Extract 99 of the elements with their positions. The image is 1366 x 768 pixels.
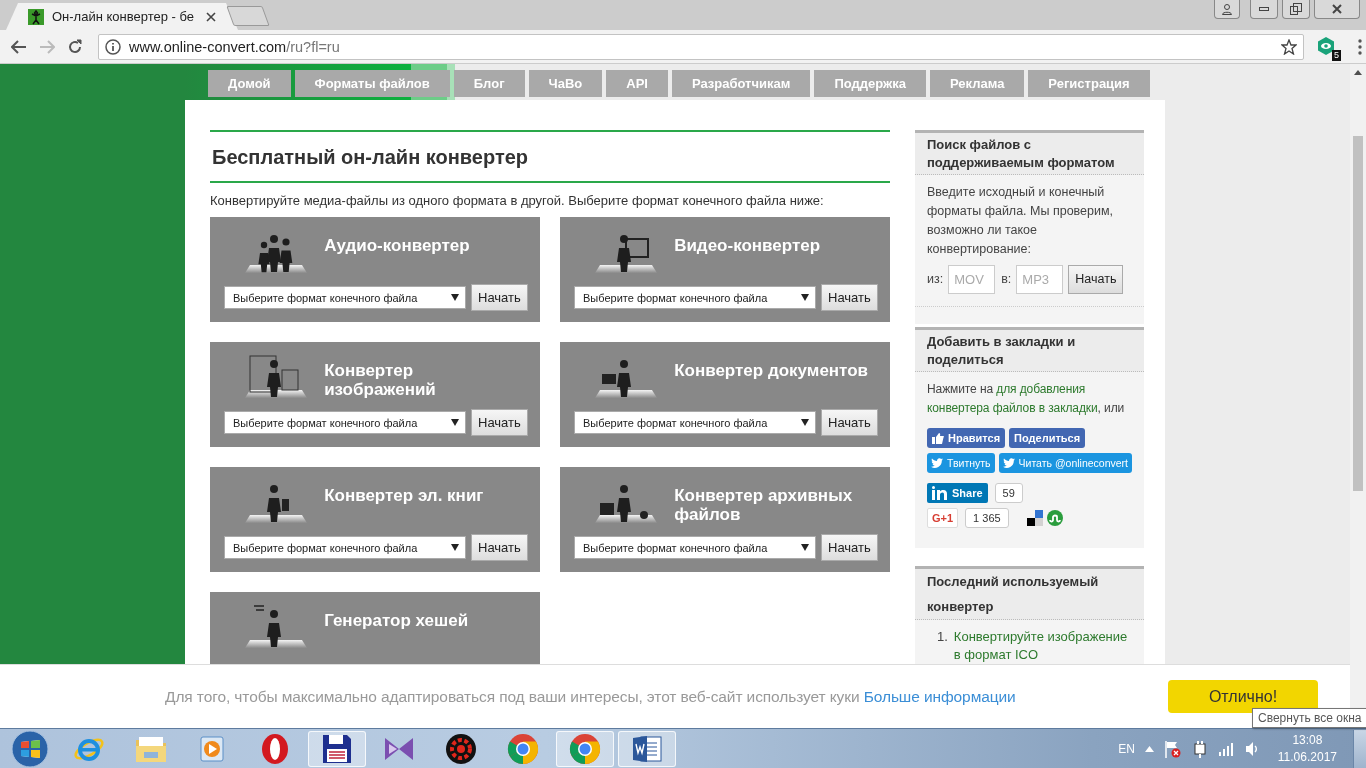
- accept-button[interactable]: Отлично!: [1168, 680, 1318, 713]
- chrome-icon[interactable]: [569, 732, 601, 765]
- bookmark-link[interactable]: для добавления: [996, 382, 1086, 396]
- source-format-field[interactable]: MOV: [948, 265, 996, 294]
- language-indicator[interactable]: EN: [1118, 741, 1135, 756]
- clock-time: 13:08: [1292, 731, 1323, 749]
- bird-icon: [931, 458, 943, 468]
- ring-icon[interactable]: [260, 732, 290, 765]
- panel-text: Введите исходный и конечный форматы файла. Мы проверим, возможно ли такое конвертирование:: [927, 184, 1115, 258]
- scroll-up-icon[interactable]: [1354, 70, 1362, 75]
- linkedin-share-button[interactable]: Share: [927, 483, 988, 503]
- document-icon[interactable]: [631, 733, 663, 764]
- start-button[interactable]: Начать: [471, 284, 528, 311]
- format-dropdown[interactable]: Выберите формат конечного файла: [224, 286, 466, 309]
- list-number: 1.: [937, 628, 948, 646]
- card-title: Конвертер архивных файлов: [674, 486, 854, 526]
- caret-icon: [451, 419, 459, 426]
- restore-icon: [1290, 3, 1302, 15]
- flag-icon[interactable]: [1163, 739, 1182, 758]
- caret-icon: [801, 294, 809, 301]
- caret-icon: [801, 544, 809, 551]
- start-button[interactable]: Начать: [471, 409, 528, 436]
- back-icon[interactable]: [11, 39, 27, 54]
- close-icon[interactable]: [206, 11, 216, 22]
- thumbs-up-icon: [932, 432, 944, 444]
- taskbar-app[interactable]: [618, 730, 676, 767]
- like-button[interactable]: Нравится: [927, 428, 1006, 448]
- card-title: Конвертер эл. книг: [324, 486, 485, 507]
- panel-title: Добавить в закладки и поделиться: [915, 327, 1145, 372]
- new-tab-button[interactable]: [226, 6, 270, 26]
- format-dropdown[interactable]: Выберите формат конечного файла: [574, 536, 816, 559]
- url-path: /ru?fl=ru: [286, 38, 340, 55]
- clock[interactable]: 13:08 11.06.2017: [1277, 731, 1337, 766]
- clock-date: 11.06.2017: [1277, 748, 1337, 766]
- extension-icon[interactable]: [1316, 35, 1336, 56]
- more-info-link[interactable]: Больше информации: [863, 687, 1016, 705]
- from-label: из:: [927, 271, 944, 288]
- share-count: 59: [994, 483, 1023, 503]
- format-dropdown[interactable]: Выберите формат конечного файла: [224, 536, 466, 559]
- card-title: Видео-конвертер: [674, 236, 822, 257]
- intro-text: Конвертируйте медиа-файлы из одного формата в другой. Выберите формат конечного файла ниже:: [210, 193, 825, 208]
- caret-icon: [801, 419, 809, 426]
- share-button[interactable]: Поделиться: [1009, 428, 1086, 448]
- caret-up-icon[interactable]: [1144, 745, 1154, 752]
- cookie-text: Для того, чтобы максимально адаптироваться под ваши интересы, этот веб-сайт использует куки Больше информации: [165, 687, 1016, 706]
- start-button[interactable]: Начать: [821, 534, 878, 561]
- start-button[interactable]: Начать: [471, 534, 528, 561]
- chrome-icon[interactable]: [507, 732, 539, 765]
- caret-icon: [451, 294, 459, 301]
- page-heading: Бесплатный он-лайн конвертер: [210, 130, 890, 183]
- format-dropdown[interactable]: Выберите формат конечного файла: [574, 286, 816, 309]
- card-title: Аудио-конвертер: [324, 236, 471, 257]
- in-logo-icon: [932, 486, 948, 500]
- speaker-icon[interactable]: [1243, 740, 1260, 757]
- tweet-button[interactable]: Твитнуть: [927, 453, 995, 473]
- show-desktop-tooltip: Свернуть все окна: [1252, 708, 1366, 728]
- panel-title: Последний используемый конвертер: [915, 566, 1145, 620]
- taskbar-app[interactable]: [308, 730, 366, 767]
- target-format-field[interactable]: MP3: [1016, 265, 1064, 294]
- plus-one-count: 1 365: [965, 508, 1009, 528]
- squares-icon[interactable]: [1026, 510, 1043, 526]
- close-icon: [1332, 4, 1342, 14]
- url-host: www.online-convert.com: [129, 38, 287, 55]
- bird-icon: [1002, 458, 1015, 468]
- to-label: в:: [1001, 271, 1012, 288]
- bookmark-link[interactable]: конвертера файлов в закладки: [927, 401, 1098, 415]
- profile-button[interactable]: [1214, 0, 1240, 19]
- card-title: Конвертер изображений: [324, 361, 437, 401]
- panel-text: Нажмите на для добавления конвертера файлов в закладки, или: [927, 381, 1126, 417]
- caret-icon: [451, 544, 459, 551]
- format-dropdown[interactable]: Выберите формат конечного файла: [224, 411, 466, 434]
- count-badge: 5: [1332, 49, 1341, 61]
- card-title: Конвертер документов: [674, 361, 870, 382]
- follow-button[interactable]: Читать @onlineconvert: [998, 453, 1133, 473]
- plug-icon[interactable]: [1191, 739, 1208, 758]
- menu-icon[interactable]: [1358, 38, 1362, 55]
- format-dropdown[interactable]: Выберите формат конечного файла: [574, 411, 816, 434]
- minimize-button[interactable]: [1250, 0, 1278, 19]
- restore-button[interactable]: [1282, 0, 1310, 19]
- card-title: Генератор хешей: [324, 611, 470, 632]
- close-button[interactable]: [1314, 0, 1360, 19]
- tab-title: Он-лайн конвертер - бе: [52, 9, 196, 24]
- address-bar[interactable]: www.online-convert.com/ru?fl=ru: [98, 33, 1304, 60]
- favicon-icon: [28, 8, 44, 25]
- reload-icon[interactable]: [67, 38, 83, 55]
- start-button[interactable]: Начать: [821, 409, 878, 436]
- gear-icon[interactable]: [445, 732, 477, 765]
- start-button[interactable]: [10, 728, 50, 768]
- converter-link[interactable]: Конвертируйте изображение в формат ICO: [953, 628, 1133, 664]
- start-button[interactable]: Начать: [1068, 265, 1124, 294]
- start-button[interactable]: Начать: [821, 284, 878, 311]
- person-icon: [1221, 3, 1233, 15]
- plus-one-button[interactable]: G+1: [927, 508, 959, 528]
- browser-tab[interactable]: Он-лайн конвертер - бе: [6, 3, 238, 30]
- info-icon[interactable]: [105, 38, 121, 55]
- panel-title: Поиск файлов с поддерживаемым форматом: [915, 130, 1145, 175]
- star-icon[interactable]: [1281, 38, 1297, 55]
- signal-icon[interactable]: [1217, 741, 1234, 756]
- minimize-icon: [1259, 6, 1269, 12]
